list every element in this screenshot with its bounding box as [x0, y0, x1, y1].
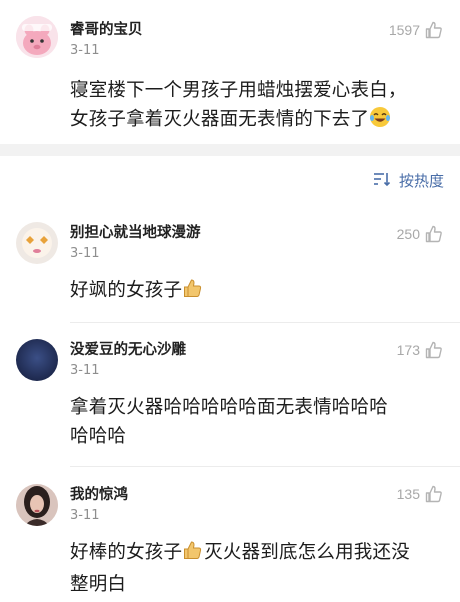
comment-date: 3-11 — [70, 508, 100, 523]
thumbs-up-icon — [424, 484, 444, 504]
comment-text-line: 女孩子拿着灭火器面无表情的下去了 — [70, 105, 446, 137]
username[interactable]: 我的惊鸿 — [70, 484, 446, 505]
comment-text-line: 寝室楼下一个男孩子用蜡烛摆爱心表白， — [70, 80, 407, 101]
comment-text: 好飒的女孩子 — [70, 276, 446, 308]
avatar[interactable] — [16, 484, 58, 526]
comment-text: 寝室楼下一个男孩子用蜡烛摆爱心表白， 女孩子拿着灭火器面无表情的下去了 — [70, 76, 446, 137]
like-count: 173 — [396, 342, 420, 358]
comment-text-line: 拿着灭火器哈哈哈哈哈面无表情哈哈哈 — [70, 397, 388, 418]
avatar[interactable] — [16, 339, 58, 381]
divider — [70, 466, 460, 467]
like-button[interactable]: 135 — [397, 484, 444, 504]
sort-by-hot-button[interactable]: 按热度 — [373, 170, 444, 191]
username[interactable]: 没爱豆的无心沙雕 — [70, 339, 446, 360]
username[interactable]: 别担心就当地球漫游 — [70, 222, 446, 243]
comment-text-fragment: 灭火器到底怎么用我还没 — [204, 542, 410, 563]
sort-label: 按热度 — [398, 172, 444, 190]
thumbs-up-emoji-icon — [182, 277, 204, 308]
comment-text-line: 哈哈哈 — [70, 426, 127, 447]
comment-date: 3-11 — [70, 246, 100, 261]
like-count: 1597 — [388, 22, 420, 38]
like-button[interactable]: 173 — [397, 340, 444, 360]
comment-text-fragment: 好棒的女孩子 — [70, 542, 183, 563]
section-separator — [0, 144, 460, 156]
thumbs-up-icon — [424, 340, 444, 360]
laughing-crying-emoji-icon — [369, 106, 391, 137]
comment-item-2[interactable]: 别担心就当地球漫游 3-11 好飒的女孩子 — [0, 222, 460, 308]
comment-item-3[interactable]: 没爱豆的无心沙雕 3-11 拿着灭火器哈哈哈哈哈面无表情哈哈哈 哈哈哈 — [0, 339, 460, 451]
thumbs-up-icon — [424, 224, 444, 244]
comment-date: 3-11 — [70, 363, 100, 378]
comment-text: 拿着灭火器哈哈哈哈哈面无表情哈哈哈 哈哈哈 — [70, 393, 446, 451]
avatar[interactable] — [16, 222, 58, 264]
comment-text: 好棒的女孩子 灭火器到底怎么用我还没 整明白 — [70, 538, 446, 599]
comment-text-fragment: 好飒的女孩子 — [70, 280, 183, 301]
comment-text-line: 整明白 — [70, 574, 127, 595]
like-button[interactable]: 1597 — [389, 20, 444, 40]
divider — [70, 322, 460, 323]
thumbs-up-icon — [424, 20, 444, 40]
comment-text-line: 好棒的女孩子 灭火器到底怎么用我还没 — [70, 538, 446, 570]
comment-text-fragment: 女孩子拿着灭火器面无表情的下去了 — [70, 109, 370, 130]
avatar[interactable] — [16, 16, 58, 58]
comment-item-4[interactable]: 我的惊鸿 3-11 好棒的女孩子 灭火器到底怎么用我还没 整明白 — [0, 484, 460, 599]
like-count: 135 — [396, 486, 420, 502]
thumbs-up-emoji-icon — [182, 539, 204, 570]
like-button[interactable]: 250 — [397, 224, 444, 244]
comment-date: 3-11 — [70, 43, 100, 58]
sort-lines-icon — [373, 171, 393, 191]
like-count: 250 — [396, 226, 420, 242]
